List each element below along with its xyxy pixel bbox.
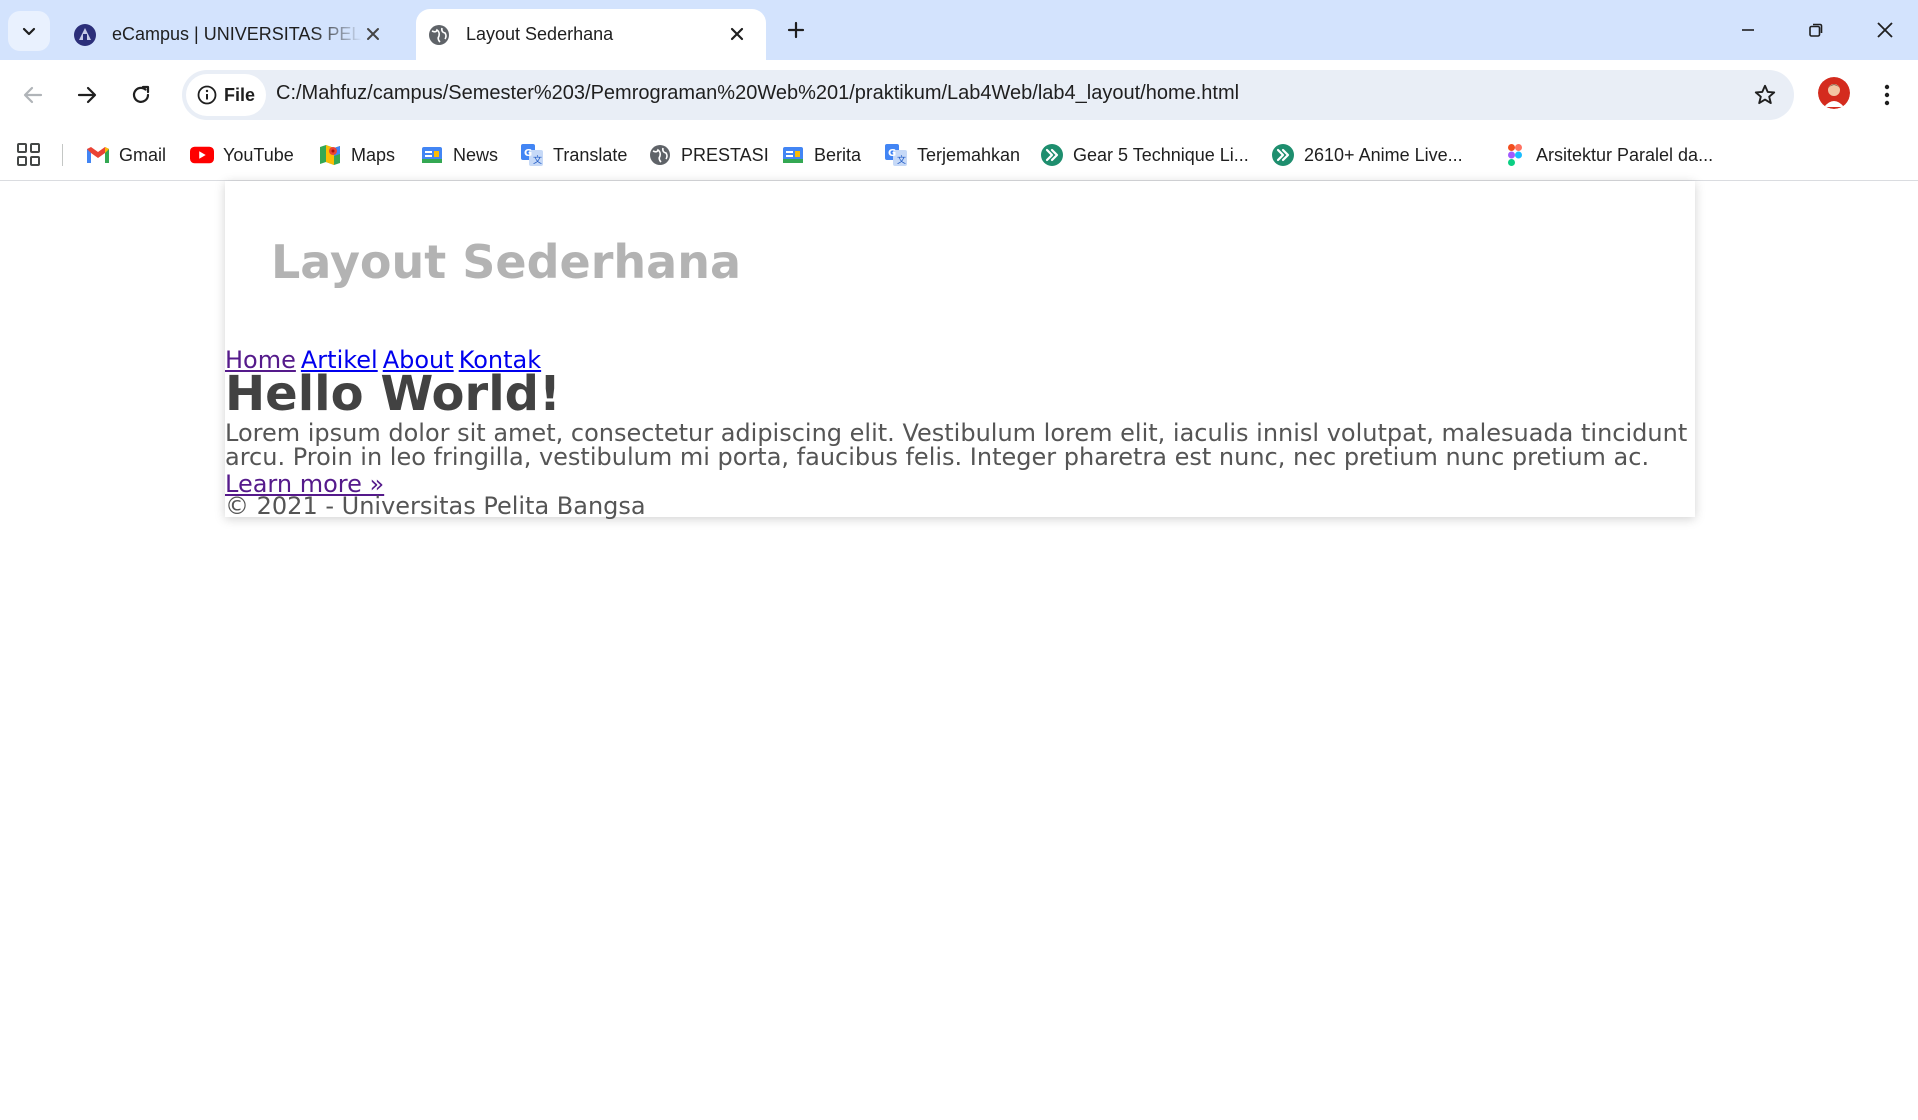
- page-container: Layout Sederhana Home Artikel About Kontak …: [225, 181, 1695, 520]
- svg-text:文: 文: [533, 154, 542, 166]
- new-tab-button[interactable]: [780, 14, 812, 46]
- bookmark-label: YouTube: [223, 144, 294, 165]
- reload-icon: [132, 85, 150, 103]
- arrow-left-icon: [23, 86, 43, 104]
- bookmark-star-icon[interactable]: [1750, 80, 1780, 110]
- bookmark-gmail[interactable]: Gmail: [86, 140, 166, 170]
- globe-icon: [426, 22, 452, 48]
- forward-button[interactable]: [67, 75, 107, 115]
- bookmark-berita[interactable]: Berita: [781, 140, 861, 170]
- url-text[interactable]: C:/Mahfuz/campus/Semester%203/Pemrograma…: [276, 82, 1239, 105]
- arrow-circle-icon: [1040, 143, 1064, 167]
- bookmarks-bar: Gmail YouTube Maps News G文 Translate PRE…: [0, 130, 1918, 181]
- back-button[interactable]: [13, 75, 53, 115]
- arrow-right-icon: [77, 86, 97, 104]
- bookmark-gear-5[interactable]: Gear 5 Technique Li...: [1040, 140, 1249, 170]
- plus-icon: [787, 21, 805, 39]
- tab-title: Layout Sederhana: [466, 24, 614, 44]
- bookmark-terjemahkan[interactable]: G文 Terjemahkan: [884, 140, 1020, 170]
- bookmarks-divider: [62, 144, 63, 166]
- bookmark-news[interactable]: News: [420, 140, 498, 170]
- bookmark-label: 2610+ Anime Live...: [1304, 144, 1463, 165]
- tab-title: eCampus | UNIVERSITAS PELITA BANGSA: [112, 24, 362, 44]
- translate-icon: G文: [884, 143, 908, 167]
- minimize-button[interactable]: [1725, 12, 1771, 48]
- bookmark-label: Gear 5 Technique Li...: [1073, 144, 1249, 165]
- minimize-icon: [1742, 29, 1754, 31]
- avatar-icon: [1818, 77, 1850, 109]
- news-icon: [781, 143, 805, 167]
- arrow-circle-icon: [1271, 143, 1295, 167]
- hero-text: Lorem ipsum dolor sit amet, consectetur …: [225, 419, 1688, 471]
- site-header-title: Layout Sederhana: [271, 235, 741, 289]
- bookmark-maps[interactable]: Maps: [318, 140, 395, 170]
- site-info-chip[interactable]: File: [186, 74, 266, 116]
- browser-toolbar: File C:/Mahfuz/campus/Semester%203/Pemro…: [0, 60, 1918, 130]
- apps-grid-icon[interactable]: [16, 142, 42, 168]
- address-bar[interactable]: File C:/Mahfuz/campus/Semester%203/Pemro…: [182, 70, 1794, 120]
- restore-button[interactable]: [1793, 12, 1839, 48]
- site-footer: © 2021 - Universitas Pelita Bangsa: [225, 492, 646, 520]
- bookmark-label: Terjemahkan: [917, 144, 1021, 165]
- bookmark-label: Translate: [553, 144, 628, 165]
- chevron-down-icon: [22, 27, 36, 36]
- reload-button[interactable]: [121, 75, 161, 115]
- close-tab-icon[interactable]: [724, 21, 750, 47]
- bookmark-label: Berita: [814, 144, 862, 165]
- figma-icon: [1503, 143, 1527, 167]
- scheme-label: File: [224, 84, 256, 105]
- hero-title: Hello World!: [225, 366, 561, 422]
- tab-layout-sederhana[interactable]: Layout Sederhana: [416, 9, 766, 60]
- globe-icon: [648, 143, 672, 167]
- svg-text:文: 文: [897, 154, 906, 166]
- close-window-button[interactable]: [1862, 12, 1908, 48]
- browser-menu-button[interactable]: [1872, 75, 1902, 115]
- gmail-icon: [86, 143, 110, 167]
- tab-ecampus[interactable]: eCampus | UNIVERSITAS PELITA BANGSA: [62, 9, 402, 60]
- bookmark-label: Maps: [351, 144, 396, 165]
- more-vertical-icon: [1884, 84, 1890, 106]
- close-tab-icon[interactable]: [360, 21, 386, 47]
- translate-icon: G文: [520, 143, 544, 167]
- info-icon: [196, 84, 218, 106]
- bookmark-label: Arsitektur Paralel da...: [1536, 144, 1714, 165]
- bookmark-label: PRESTASI: [681, 144, 769, 165]
- tab-strip: eCampus | UNIVERSITAS PELITA BANGSA Layo…: [0, 0, 1918, 60]
- bookmark-label: News: [453, 144, 499, 165]
- svg-text:G: G: [888, 148, 896, 159]
- youtube-icon: [190, 143, 214, 167]
- news-icon: [420, 143, 444, 167]
- bookmark-anime-live[interactable]: 2610+ Anime Live...: [1271, 140, 1463, 170]
- tab-search-button[interactable]: [8, 11, 50, 51]
- close-icon: [1877, 22, 1893, 38]
- bookmark-arsitektur[interactable]: Arsitektur Paralel da...: [1503, 140, 1713, 170]
- bookmark-youtube[interactable]: YouTube: [190, 140, 294, 170]
- university-logo-icon: [72, 22, 98, 48]
- bookmark-prestasi[interactable]: PRESTASI: [648, 140, 769, 170]
- svg-text:G: G: [524, 148, 532, 159]
- restore-icon: [1809, 23, 1823, 37]
- bookmark-translate[interactable]: G文 Translate: [520, 140, 627, 170]
- profile-avatar[interactable]: [1818, 77, 1850, 109]
- bookmark-label: Gmail: [119, 144, 167, 165]
- maps-icon: [318, 143, 342, 167]
